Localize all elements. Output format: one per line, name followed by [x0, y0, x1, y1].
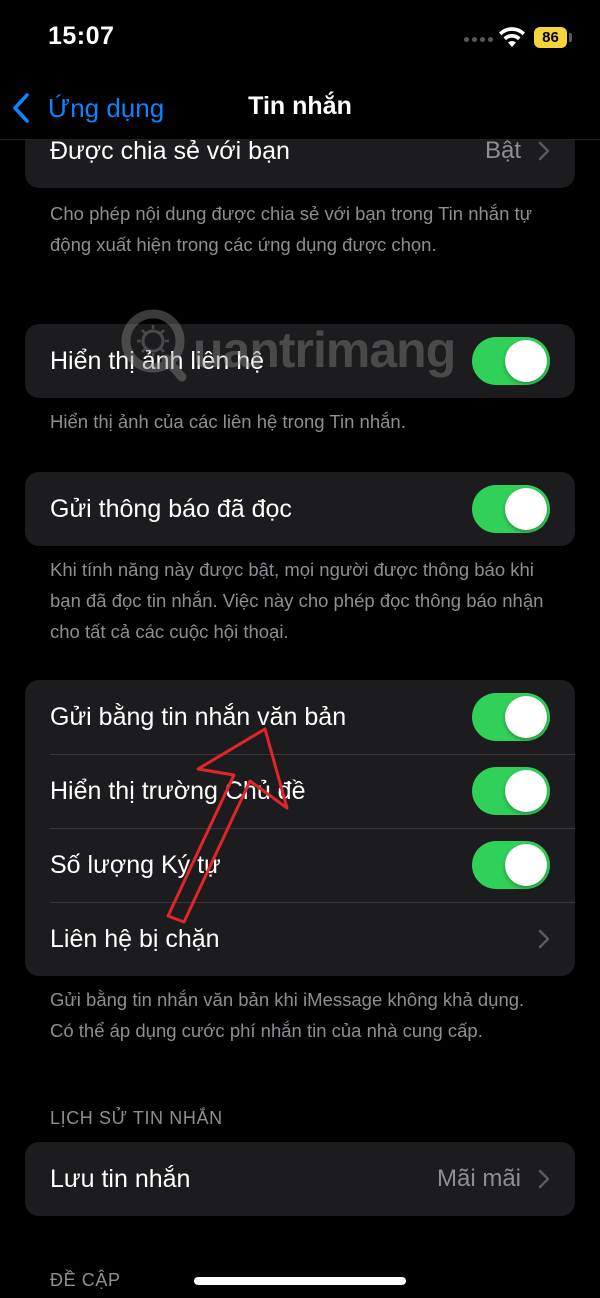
read-receipts-footnote: Khi tính năng này được bật, mọi người đư… [50, 559, 544, 642]
read-receipts-toggle[interactable] [472, 485, 550, 533]
show-contact-photos-row: Hiển thị ảnh liên hệ [25, 324, 575, 398]
mentions-header: ĐỀ CẬP [50, 1270, 121, 1290]
show-subject-field-label: Hiển thị trường Chủ đề [50, 776, 306, 805]
screen: 15:07 86 Ứng dụng Tin nhắn Được chia sẻ … [0, 0, 600, 1298]
back-button[interactable]: Ứng dụng [10, 88, 164, 128]
show-subject-field-toggle[interactable] [472, 767, 550, 815]
read-receipts-row: Gửi thông báo đã đọc [25, 472, 575, 546]
character-count-label: Số lượng Ký tự [50, 850, 221, 879]
send-as-sms-label: Gửi bằng tin nhắn văn bản [50, 702, 347, 731]
read-receipts-label: Gửi thông báo đã đọc [50, 494, 292, 523]
back-button-label: Ứng dụng [48, 92, 165, 123]
chevron-right-icon [538, 141, 550, 161]
battery-level: 86 [534, 27, 567, 48]
show-subject-field-row: Hiển thị trường Chủ đề [25, 754, 575, 828]
sms-footnote: Gửi bằng tin nhắn văn bản khi iMessage k… [50, 989, 525, 1041]
shared-with-you-value: Bật [484, 137, 521, 164]
read-receipts-group: Gửi thông báo đã đọc [25, 472, 575, 546]
send-as-sms-toggle[interactable] [472, 693, 550, 741]
character-count-row: Số lượng Ký tự [25, 828, 575, 902]
shared-with-you-label: Được chia sẻ với bạn [50, 136, 290, 165]
chevron-left-icon [13, 93, 29, 123]
keep-messages-value: Mãi mãi [436, 1165, 521, 1192]
wifi-icon [499, 27, 525, 47]
navigation-bar: Ứng dụng Tin nhắn [0, 80, 600, 140]
contact-photos-group: Hiển thị ảnh liên hệ [25, 324, 575, 398]
message-history-header: LỊCH SỬ TIN NHẮN [50, 1108, 223, 1128]
settings-list[interactable]: Được chia sẻ với bạn Bật Cho phép nội du… [0, 80, 600, 1298]
blocked-contacts-label: Liên hệ bị chặn [50, 924, 220, 953]
show-contact-photos-toggle[interactable] [472, 337, 550, 385]
keep-messages-row[interactable]: Lưu tin nhắn Mãi mãi [25, 1142, 575, 1216]
battery-icon [569, 33, 572, 42]
chevron-right-icon [538, 929, 550, 949]
status-time: 15:07 [48, 22, 115, 50]
status-bar: 15:07 86 [0, 0, 600, 80]
message-history-group: Lưu tin nhắn Mãi mãi [25, 1142, 575, 1216]
show-contact-photos-label: Hiển thị ảnh liên hệ [50, 346, 265, 375]
blocked-contacts-row[interactable]: Liên hệ bị chặn [25, 902, 575, 976]
show-contact-photos-footnote: Hiển thị ảnh của các liên hệ trong Tin n… [50, 411, 406, 432]
chevron-right-icon [538, 1169, 550, 1189]
sms-settings-group: Gửi bằng tin nhắn văn bản Hiển thị trườn… [25, 680, 575, 976]
cellular-signal-icon [464, 37, 493, 42]
character-count-toggle[interactable] [472, 841, 550, 889]
home-indicator[interactable] [194, 1277, 406, 1285]
shared-with-you-footnote: Cho phép nội dung được chia sẻ với bạn t… [50, 203, 533, 255]
send-as-sms-row: Gửi bằng tin nhắn văn bản [25, 680, 575, 754]
keep-messages-label: Lưu tin nhắn [50, 1164, 191, 1193]
